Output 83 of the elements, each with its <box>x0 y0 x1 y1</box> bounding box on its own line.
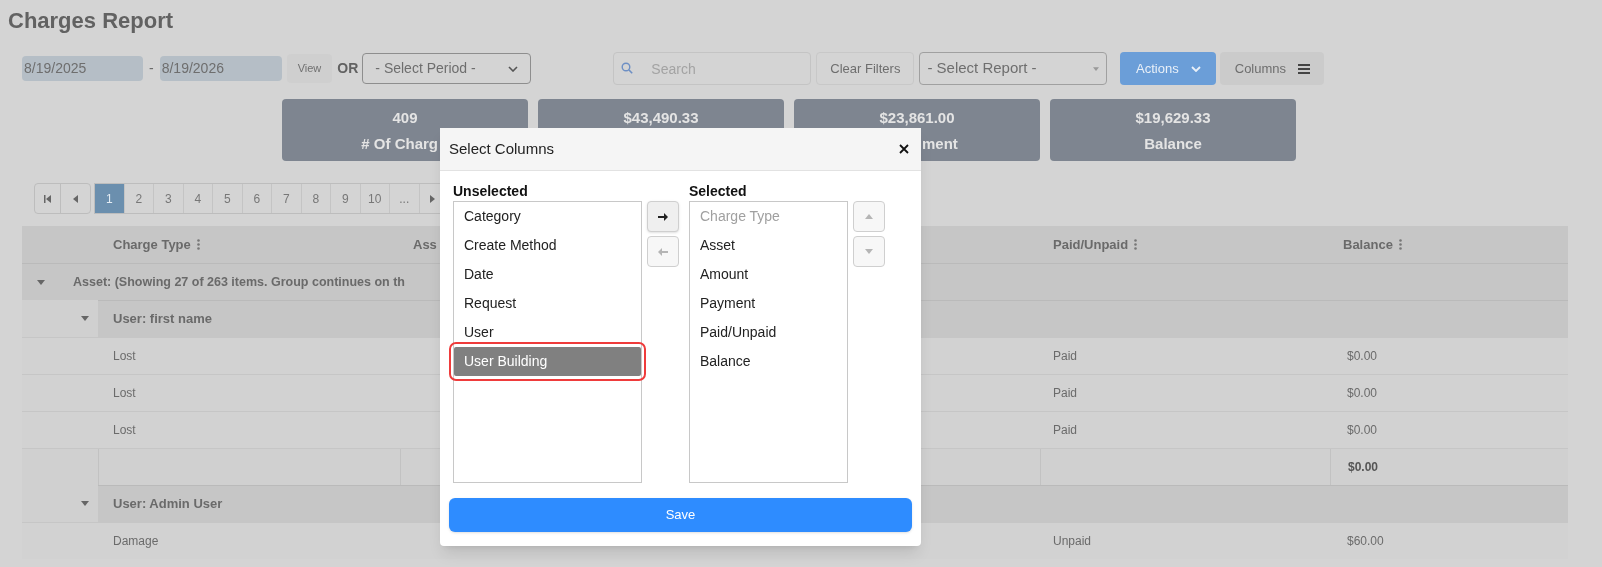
close-icon <box>899 144 909 154</box>
triangle-icon <box>81 316 89 321</box>
menu-icon <box>1298 63 1311 74</box>
page-button[interactable]: 1 <box>95 184 125 213</box>
list-option[interactable]: Category <box>454 202 641 231</box>
page-button[interactable]: 8 <box>301 184 331 213</box>
actions-button[interactable]: Actions <box>1120 52 1217 85</box>
list-option[interactable]: Paid/Unpaid <box>690 318 847 347</box>
group-label: User: first name <box>112 310 212 329</box>
arrow-icon <box>658 247 668 256</box>
triangle-icon <box>430 194 435 203</box>
list-option[interactable]: Request <box>454 289 641 318</box>
dialog-title: Select Columns <box>449 138 555 159</box>
list-option[interactable]: Asset <box>690 231 847 260</box>
table-cell-text: Lost <box>112 348 137 365</box>
start-date-field[interactable]: 8/19/2025 <box>22 56 143 81</box>
column-header[interactable]: Balance <box>1343 234 1393 255</box>
column-header[interactable]: Paid/Unpaid <box>1053 234 1129 255</box>
column-header[interactable]: Charge Type <box>113 234 191 255</box>
clear-filters-button[interactable]: Clear Filters <box>816 52 915 85</box>
search-icon <box>621 62 634 74</box>
save-button[interactable]: Save <box>449 498 912 532</box>
triangle-icon <box>37 279 45 285</box>
table-cell-text: $0.00 <box>1346 385 1379 402</box>
card-value: 409 <box>392 108 418 128</box>
table-cell-text: Paid <box>1052 348 1079 365</box>
triangle-icon <box>81 501 89 506</box>
report-select[interactable]: - Select Report - <box>919 52 1108 85</box>
table-cell-text: $0.00 <box>1346 348 1379 365</box>
triangle-icon <box>865 249 873 254</box>
triangle-icon <box>73 194 78 203</box>
page-button[interactable]: ... <box>390 184 420 213</box>
page-button[interactable]: 7 <box>272 184 302 213</box>
page-title: Charges Report <box>8 7 175 35</box>
kebab-menu-icon <box>196 239 200 250</box>
or-label: OR <box>337 59 359 78</box>
list-option[interactable]: Payment <box>690 289 847 318</box>
page-button[interactable]: 2 <box>124 184 154 213</box>
table-cell-text: Lost <box>112 422 137 439</box>
table-cell-text: Lost <box>112 385 137 402</box>
card-value: $23,861.00 <box>879 108 955 128</box>
view-button[interactable]: View <box>286 54 333 83</box>
card-label: Balance <box>1144 133 1202 154</box>
table-cell-text: $60.00 <box>1346 533 1385 550</box>
date-separator: - <box>149 59 154 78</box>
chevron-down-icon <box>508 65 519 72</box>
list-option[interactable]: User <box>454 318 641 347</box>
kebab-menu-icon <box>1398 239 1402 250</box>
caret-icon <box>1093 66 1100 71</box>
arrow-icon <box>658 212 668 221</box>
table-cell-text: Paid <box>1052 385 1079 402</box>
unselected-list[interactable]: Category Create Method Date Request User User Building <box>453 201 642 483</box>
group-label: User: Admin User <box>112 495 223 514</box>
page-button[interactable]: 10 <box>360 184 390 213</box>
table-cell-text: Unpaid <box>1052 533 1093 550</box>
page-button[interactable]: 3 <box>154 184 184 213</box>
table-cell-text: Paid <box>1052 422 1079 439</box>
list-heading: Selected <box>689 182 748 201</box>
chevron-down-icon <box>1190 65 1201 72</box>
page-button[interactable]: 4 <box>183 184 213 213</box>
period-select[interactable]: - Select Period - <box>362 53 532 84</box>
card-value: $43,490.33 <box>623 108 699 128</box>
page-button[interactable]: 9 <box>331 184 361 213</box>
card-value: $19,629.33 <box>1135 108 1211 128</box>
list-option[interactable]: Date <box>454 260 641 289</box>
list-option[interactable]: Create Method <box>454 231 641 260</box>
first-page-icon <box>44 194 51 203</box>
list-heading: Unselected <box>453 182 529 201</box>
list-option[interactable]: Balance <box>690 347 847 376</box>
table-cell-text: Damage <box>112 533 160 550</box>
group-label: Asset: (Showing 27 of 263 items. Group continues on th <box>72 273 405 291</box>
end-date-field[interactable]: 8/19/2026 <box>159 56 282 81</box>
kebab-menu-icon <box>1134 239 1138 250</box>
table-cell-text: $0.00 <box>1346 422 1379 439</box>
move-right-button[interactable] <box>647 201 679 232</box>
page-button[interactable]: 6 <box>242 184 272 213</box>
list-option[interactable]: Amount <box>690 260 847 289</box>
page-button[interactable]: 5 <box>213 184 243 213</box>
column-header[interactable]: Ass <box>413 234 437 255</box>
columns-button[interactable]: Columns <box>1220 52 1325 85</box>
triangle-icon <box>865 214 873 219</box>
card-label: # Of Charg <box>361 133 438 154</box>
card-label: ment <box>922 133 958 154</box>
